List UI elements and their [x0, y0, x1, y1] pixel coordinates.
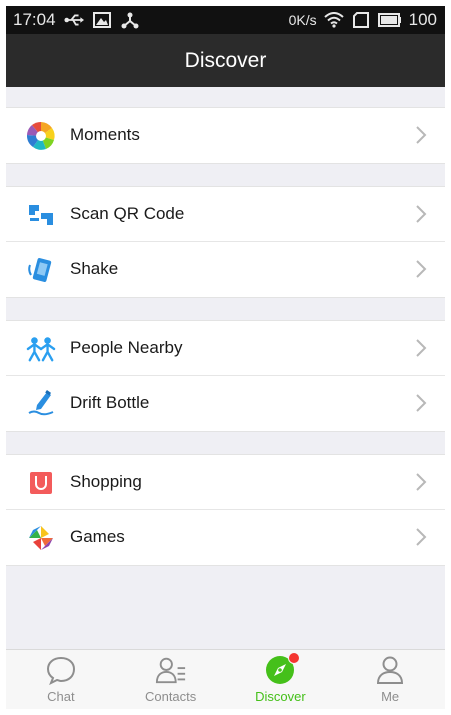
usb-icon — [64, 11, 84, 29]
people-nearby-icon — [26, 334, 56, 364]
bottom-tab-bar: Chat Contacts Discover Me — [6, 649, 445, 709]
menu-group-nearby-bottle: People Nearby Drift Bottle — [6, 320, 445, 432]
tab-chat[interactable]: Chat — [6, 650, 116, 709]
chevron-right-icon — [415, 393, 427, 413]
menu-group-shopping-games: Shopping Games — [6, 454, 445, 566]
chevron-right-icon — [415, 125, 427, 145]
battery-icon — [377, 11, 402, 29]
notification-badge — [288, 652, 301, 664]
tab-contacts[interactable]: Contacts — [116, 650, 226, 709]
shopping-icon — [26, 468, 56, 498]
chevron-right-icon — [415, 527, 427, 547]
games-icon — [26, 523, 56, 553]
page-title: Discover — [184, 48, 267, 72]
status-bar: 17:04 0K/s 100 — [6, 6, 445, 34]
phone-screen: 17:04 0K/s 100 Discover Moments Scan QR … — [6, 6, 445, 709]
menu-group-scan-shake: Scan QR Code Shake — [6, 186, 445, 298]
person-icon — [374, 654, 406, 686]
chevron-right-icon — [415, 259, 427, 279]
chevron-right-icon — [415, 204, 427, 224]
share-icon — [120, 11, 140, 29]
menu-label: Shake — [70, 259, 119, 278]
moments-icon — [26, 121, 56, 151]
status-bar-right: 0K/s 100 — [289, 10, 437, 30]
menu-item-moments[interactable]: Moments — [6, 108, 445, 163]
battery-level: 100 — [408, 10, 437, 29]
wifi-icon — [323, 11, 344, 29]
tab-label: Contacts — [144, 689, 197, 704]
image-icon — [92, 11, 112, 29]
menu-item-drift-bottle[interactable]: Drift Bottle — [6, 376, 445, 431]
menu-label: Games — [70, 527, 125, 546]
tab-label: Me — [381, 689, 400, 704]
status-bar-left: 17:04 — [13, 10, 140, 30]
status-time: 17:04 — [13, 10, 56, 29]
chevron-right-icon — [415, 338, 427, 358]
menu-label: People Nearby — [70, 338, 183, 357]
tab-me[interactable]: Me — [335, 650, 445, 709]
menu-item-shopping[interactable]: Shopping — [6, 455, 445, 510]
tab-discover[interactable]: Discover — [226, 650, 336, 709]
chat-icon — [45, 654, 77, 686]
compass-icon — [264, 652, 301, 686]
contacts-icon — [155, 654, 187, 686]
network-speed: 0K/s — [288, 12, 317, 28]
chevron-right-icon — [415, 472, 427, 492]
title-bar: Discover — [6, 34, 445, 87]
scan-qr-icon — [26, 200, 56, 230]
drift-bottle-icon — [26, 389, 56, 419]
menu-item-people-nearby[interactable]: People Nearby — [6, 321, 445, 376]
menu-item-scan-qr[interactable]: Scan QR Code — [6, 187, 445, 242]
menu-label: Scan QR Code — [70, 204, 185, 223]
tab-label: Chat — [47, 689, 75, 704]
menu-label: Shopping — [70, 472, 142, 491]
menu-label: Moments — [70, 125, 140, 144]
tab-label: Discover — [255, 689, 306, 704]
device-frame: 17:04 0K/s 100 Discover Moments Scan QR … — [0, 0, 451, 715]
menu-group-moments: Moments — [6, 107, 445, 164]
shake-icon — [26, 255, 56, 285]
menu-label: Drift Bottle — [70, 393, 150, 412]
discover-menu: Moments Scan QR Code Shake People Nearby… — [6, 87, 445, 566]
menu-item-shake[interactable]: Shake — [6, 242, 445, 297]
menu-item-games[interactable]: Games — [6, 510, 445, 565]
sim-icon — [351, 11, 371, 29]
